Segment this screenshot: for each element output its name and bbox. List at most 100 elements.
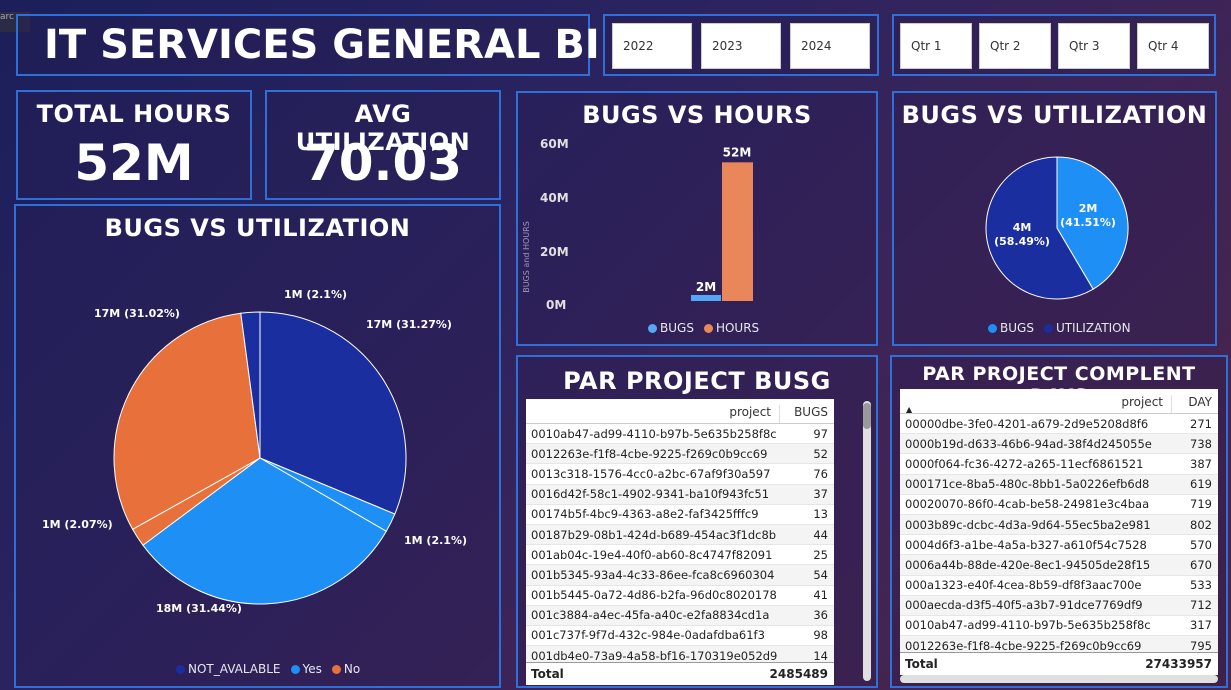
table-row[interactable]: 0003b89c-dcbc-4d3a-9d64-55ec5ba2e981 802 bbox=[900, 514, 1218, 536]
quarter-label: Qtr 3 bbox=[1069, 39, 1100, 53]
legend-item-bugs[interactable]: BUGS bbox=[648, 321, 694, 335]
cell-project: 001c3884-a4ec-45fa-a40c-e2fa8834cd1a bbox=[531, 608, 770, 623]
cell-project: 0010ab47-ad99-4110-b97b-5e635b258f8c bbox=[531, 426, 777, 441]
table-header: project BUGS bbox=[526, 399, 834, 424]
table-row[interactable]: 0004d6f3-a1be-4a5a-b327-a610f54c7528 570 bbox=[900, 535, 1218, 556]
y-axis-title: BUGS and HOURS bbox=[522, 221, 531, 293]
legend-item-not-available[interactable]: NOT_AVALABLE bbox=[176, 662, 281, 676]
legend-label: BUGS bbox=[660, 321, 694, 335]
bar-hours[interactable] bbox=[722, 162, 753, 301]
quarter-option-3[interactable]: Qtr 3 bbox=[1058, 23, 1130, 69]
cell-value: 52 bbox=[813, 446, 828, 461]
chart-title: BUGS VS UTILIZATION bbox=[104, 214, 411, 242]
cell-project: 000171ce-8ba5-480c-8bb1-5a0226efb6d8 bbox=[905, 477, 1150, 492]
table-header: project DAY bbox=[900, 389, 1218, 414]
bar-bugs[interactable] bbox=[691, 295, 721, 301]
column-header-project[interactable]: project bbox=[526, 405, 779, 423]
table-row[interactable]: 0016d42f-58c1-4902-9341-ba10f943fc51 37 bbox=[526, 484, 834, 505]
table-row[interactable]: 00174b5f-4bc9-4363-a8e2-faf3425fffc9 13 bbox=[526, 505, 834, 525]
y-tick-label: 60M bbox=[540, 137, 569, 151]
year-option-2024[interactable]: 2024 bbox=[790, 23, 870, 69]
cell-value: 44 bbox=[813, 527, 828, 542]
column-header-project[interactable]: project bbox=[900, 395, 1171, 413]
scroll-thumb[interactable] bbox=[863, 403, 871, 429]
year-option-2023[interactable]: 2023 bbox=[701, 23, 781, 69]
legend-item-no[interactable]: No bbox=[331, 662, 361, 676]
quarter-option-4[interactable]: Qtr 4 bbox=[1137, 23, 1209, 69]
main-pie-legend: NOT_AVALABLE Yes No bbox=[176, 662, 360, 676]
cell-value: 54 bbox=[813, 567, 828, 582]
bar-chart-plot: BUGS and HOURS 0M 20M 40M 60M 2M 52M bbox=[522, 137, 753, 312]
slice-label: (41.51%) bbox=[1060, 216, 1116, 229]
cell-project: 0013c318-1576-4cc0-a2bc-67af9f30a597 bbox=[531, 466, 771, 481]
slice-label: 17M (31.27%) bbox=[366, 318, 452, 331]
table-row[interactable]: 000aecda-d3f5-40f5-a3b7-91dce7769df9 712 bbox=[900, 595, 1218, 616]
bugs-vs-utilization-main-chart: BUGS VS UTILIZATION 17M (31.27%) 1M (2.1… bbox=[14, 204, 501, 688]
bugs-vs-utilization-small-chart: BUGS VS UTILIZATION 2M (41.51%) 4M (58.4… bbox=[892, 91, 1217, 346]
table-row[interactable]: 001ab04c-19e4-40f0-ab60-8c4747f82091 25 bbox=[526, 545, 834, 566]
table-title: PAR PROJECT BUSG bbox=[563, 367, 831, 395]
cell-project: 00020070-86f0-4cab-be58-24981e3c4baa bbox=[905, 497, 1150, 512]
cell-value: 738 bbox=[1190, 436, 1212, 451]
table-row[interactable]: 001c737f-9f7d-432c-984e-0adafdba61f3 98 bbox=[526, 626, 834, 647]
sort-arrow-icon: ▲ bbox=[906, 405, 913, 414]
cell-project: 001b5345-93a4-4c33-86ee-fca8c6960304 bbox=[531, 567, 775, 582]
cell-project: 0000f064-fc36-4272-a265-11ecf6861521 bbox=[905, 456, 1144, 471]
table-row[interactable]: 000171ce-8ba5-480c-8bb1-5a0226efb6d8 619 bbox=[900, 474, 1218, 495]
cell-value: 387 bbox=[1190, 456, 1212, 471]
cell-value: 37 bbox=[813, 487, 828, 502]
table-row[interactable]: 00187b29-08b1-424d-b689-454ac3f1dc8b 44 bbox=[526, 524, 834, 546]
cell-value: 14 bbox=[813, 648, 828, 663]
cell-value: 670 bbox=[1190, 557, 1212, 572]
cell-project: 0000b19d-d633-46b6-94ad-38f4d245055e bbox=[905, 436, 1152, 451]
table-row[interactable]: 001b5445-0a72-4d86-b2fa-96d0c8020178 41 bbox=[526, 586, 834, 606]
year-option-2022[interactable]: 2022 bbox=[612, 23, 692, 69]
table-row[interactable]: 00020070-86f0-4cab-be58-24981e3c4baa 719 bbox=[900, 495, 1218, 515]
cell-project: 0003b89c-dcbc-4d3a-9d64-55ec5ba2e981 bbox=[905, 517, 1151, 532]
cell-project: 000a1323-e40f-4cea-8b59-df8f3aac700e bbox=[905, 578, 1142, 593]
quarter-slicer: Qtr 1 Qtr 2 Qtr 3 Qtr 4 bbox=[892, 14, 1216, 76]
legend-item-utilization[interactable]: UTILIZATION bbox=[1043, 321, 1131, 335]
cell-project: 000aecda-d3f5-40f5-a3b7-91dce7769df9 bbox=[905, 598, 1143, 613]
vertical-scrollbar[interactable] bbox=[863, 401, 871, 681]
table-row[interactable]: 0010ab47-ad99-4110-b97b-5e635b258f8c 317 bbox=[900, 616, 1218, 637]
quarter-option-1[interactable]: Qtr 1 bbox=[900, 23, 972, 69]
total-value: 27433957 bbox=[1145, 657, 1212, 671]
legend-item-bugs[interactable]: BUGS bbox=[988, 321, 1034, 335]
legend-item-hours[interactable]: HOURS bbox=[703, 321, 760, 335]
horizontal-scrollbar[interactable] bbox=[900, 675, 1218, 683]
table-row[interactable]: 0006a44b-88de-420e-8ec1-94505de28f15 670 bbox=[900, 555, 1218, 576]
table-row[interactable]: 000a1323-e40f-4cea-8b59-df8f3aac700e 533 bbox=[900, 576, 1218, 596]
bar-legend: BUGS HOURS bbox=[648, 321, 759, 335]
cell-project: 001c737f-9f7d-432c-984e-0adafdba61f3 bbox=[531, 628, 765, 643]
column-header-bugs[interactable]: BUGS bbox=[779, 405, 834, 423]
bar-data-label: 2M bbox=[696, 280, 716, 294]
corner-tab-text: arc bbox=[0, 12, 14, 22]
kpi-avg-utilization: AVG UTILIZATION 70.03 bbox=[265, 90, 501, 200]
legend-item-yes[interactable]: Yes bbox=[290, 662, 322, 676]
cell-value: 41 bbox=[813, 588, 828, 603]
bar-data-label: 52M bbox=[723, 145, 752, 159]
table-row[interactable]: 0010ab47-ad99-4110-b97b-5e635b258f8c 97 bbox=[526, 424, 834, 445]
table-row[interactable]: 0000f064-fc36-4272-a265-11ecf6861521 387 bbox=[900, 454, 1218, 475]
table-row[interactable]: 001c3884-a4ec-45fa-a40c-e2fa8834cd1a 36 bbox=[526, 605, 834, 626]
cell-value: 570 bbox=[1190, 537, 1212, 552]
table-row[interactable]: 0013c318-1576-4cc0-a2bc-67af9f30a597 76 bbox=[526, 464, 834, 485]
table-row[interactable]: 0000b19d-d633-46b6-94ad-38f4d245055e 738 bbox=[900, 434, 1218, 455]
column-header-day[interactable]: DAY bbox=[1171, 395, 1218, 413]
table-row[interactable]: 001b5345-93a4-4c33-86ee-fca8c6960304 54 bbox=[526, 565, 834, 586]
kpi-value: 52M bbox=[74, 134, 194, 192]
slice-label: (58.49%) bbox=[994, 235, 1050, 248]
slice-label: 4M bbox=[1013, 221, 1032, 234]
table-body: 00000dbe-3fe0-4201-a679-2d9e5208d8f6 271 0… bbox=[900, 414, 1218, 657]
table-row[interactable]: 0012263e-f1f8-4cbe-9225-f269c0b9cc69 52 bbox=[526, 444, 834, 465]
table-row[interactable]: 00000dbe-3fe0-4201-a679-2d9e5208d8f6 271 bbox=[900, 414, 1218, 435]
legend-label: HOURS bbox=[715, 321, 760, 335]
kpi-total-hours: TOTAL HOURS 52M bbox=[16, 90, 252, 200]
cell-value: 13 bbox=[813, 507, 828, 522]
quarter-option-2[interactable]: Qtr 2 bbox=[979, 23, 1051, 69]
bugs-vs-hours-chart: BUGS VS HOURS BUGS and HOURS 0M 20M 40M … bbox=[516, 91, 878, 346]
cell-value: 271 bbox=[1190, 416, 1212, 431]
legend-label: No bbox=[343, 662, 361, 676]
cell-value: 802 bbox=[1190, 517, 1212, 532]
